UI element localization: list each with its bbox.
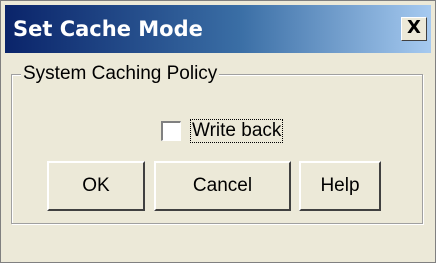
- cancel-button[interactable]: Cancel: [154, 161, 291, 211]
- write-back-label[interactable]: Write back: [189, 119, 284, 143]
- set-cache-mode-dialog: Set Cache Mode X System Caching Policy W…: [0, 0, 436, 263]
- close-button[interactable]: X: [401, 17, 427, 41]
- help-button[interactable]: Help: [299, 161, 381, 211]
- write-back-checkbox[interactable]: [161, 121, 181, 141]
- group-legend: System Caching Policy: [21, 63, 220, 85]
- dialog-title: Set Cache Mode: [13, 17, 203, 41]
- title-bar: Set Cache Mode X: [5, 5, 431, 53]
- ok-button[interactable]: OK: [47, 161, 145, 211]
- write-back-option[interactable]: Write back: [161, 118, 284, 144]
- close-icon: X: [407, 17, 421, 38]
